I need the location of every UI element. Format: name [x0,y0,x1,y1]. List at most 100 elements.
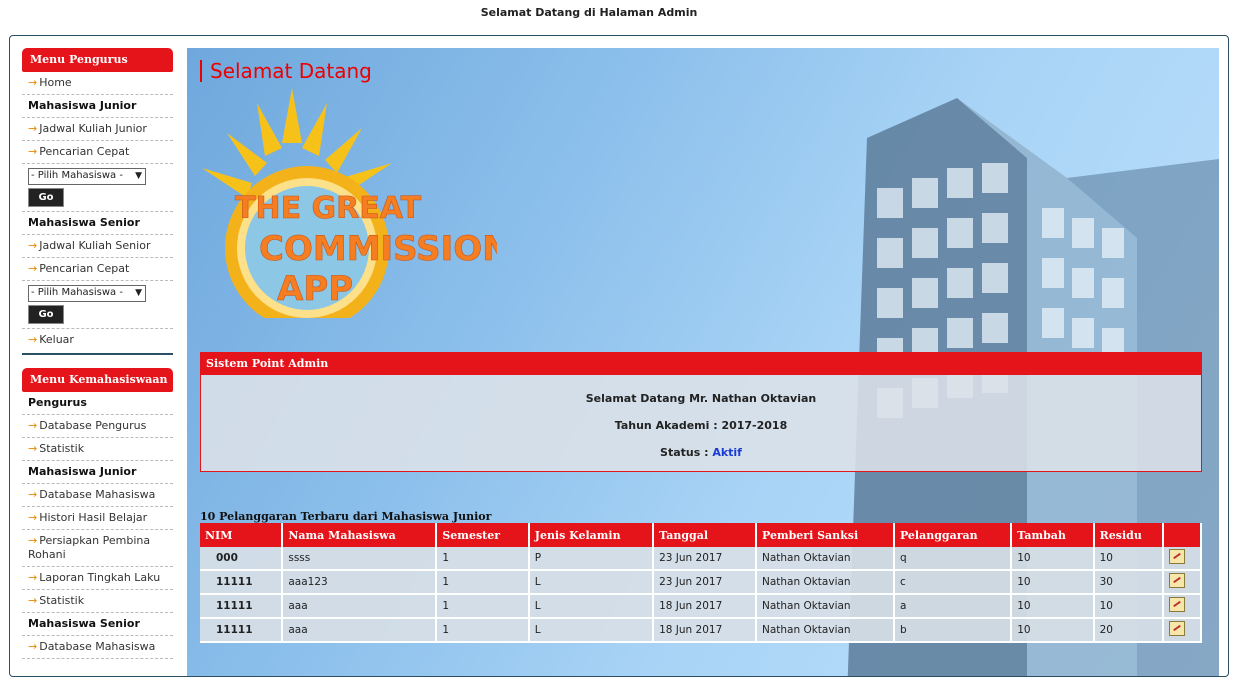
column-header-tambah: Tambah [1011,523,1095,547]
edit-icon[interactable] [1169,597,1186,612]
menu-kemahasiswaan-header: Menu Kemahasiswaan [22,368,173,392]
cell-pelanggaran: q [893,547,1013,571]
column-header-nim: NIM [200,523,284,547]
section-pengurus: Pengurus [22,392,173,415]
status-value: Aktif [712,446,742,459]
app-logo: THE GREAT COMMISSION APP [202,88,497,318]
column-header-tanggal: Tanggal [653,523,757,547]
sidebar-item-database-mahasiswa[interactable]: → Database Mahasiswa [22,484,173,507]
admin-info-panel: Sistem Point Admin Selamat Datang Mr. Na… [200,352,1202,472]
menu-pengurus-header: Menu Pengurus [22,48,173,72]
status-label: Status : [660,446,709,459]
sidebar-item-label: Jadwal Kuliah Junior [39,122,147,135]
cell-residu: 10 [1093,594,1165,619]
sidebar-item-pencarian-junior[interactable]: → Pencarian Cepat [22,141,173,164]
academic-year-text: Tahun Akademi : 2017-2018 [614,419,788,432]
arrow-right-icon: → [28,76,38,89]
arrow-right-icon: → [28,534,38,547]
sidebar-item-label: Keluar [39,333,74,346]
sidebar-item-laporan[interactable]: → Laporan Tingkah Laku [22,567,173,590]
cell-nama: aaa [282,618,438,643]
cell-tanggal: 23 Jun 2017 [653,570,757,595]
arrow-right-icon: → [28,594,38,607]
section-mahasiswa-junior-2: Mahasiswa Junior [22,461,173,484]
status-line: Status : Aktif [201,446,1201,459]
arrow-right-icon: → [28,262,38,275]
sidebar-item-statistik-pengurus[interactable]: → Statistik [22,438,173,461]
sidebar-item-label: Jadwal Kuliah Senior [39,239,151,252]
admin-frame: Menu Pengurus → Home Mahasiswa Junior → Ja… [9,35,1229,677]
sidebar-item-statistik-junior[interactable]: → Statistik [22,590,173,613]
edit-icon[interactable] [1169,549,1186,564]
sidebar-item-home[interactable]: → Home [22,72,173,95]
page-header: Selamat Datang di Halaman Admin [480,6,698,19]
cell-pelanggaran: b [893,618,1013,643]
cell-tambah: 10 [1011,618,1095,643]
logo-line-3: APP [277,269,353,309]
cell-residu: 30 [1093,570,1165,595]
select-value: - Pilih Mahasiswa - [31,170,123,181]
sidebar-divider [22,353,173,355]
cell-action [1163,570,1202,595]
cell-jenis-kelamin: P [528,547,655,571]
sidebar-item-database-pengurus[interactable]: → Database Pengurus [22,415,173,438]
cell-tanggal: 23 Jun 2017 [653,547,757,571]
sidebar-item-label: Database Mahasiswa [39,640,156,653]
panel-title: Sistem Point Admin [201,353,1201,375]
sidebar-item-keluar[interactable]: → Keluar [22,329,173,351]
sidebar-item-label: Statistik [39,594,85,607]
cell-semester: 1 [436,594,530,619]
sidebar-item-label: Laporan Tingkah Laku [39,571,161,584]
sidebar: Menu Pengurus → Home Mahasiswa Junior → Ja… [22,48,173,659]
arrow-right-icon: → [28,488,38,501]
cell-action [1163,618,1202,643]
cell-nim: 11111 [200,594,284,619]
edit-icon[interactable] [1169,621,1186,636]
violations-table: NIM Nama Mahasiswa Semester Jenis Kelami… [200,523,1202,643]
cell-jenis-kelamin: L [528,570,655,595]
senior-student-select[interactable]: - Pilih Mahasiswa - ▼ [28,285,146,302]
sidebar-item-histori[interactable]: → Histori Hasil Belajar [22,507,173,530]
sidebar-item-label: Database Mahasiswa [39,488,156,501]
table-row: 000 ssss 1 P 23 Jun 2017 Nathan Oktavian… [200,547,1202,571]
section-mahasiswa-senior: Mahasiswa Senior [22,212,173,235]
cell-semester: 1 [436,618,530,643]
column-header-semester: Semester [436,523,530,547]
cell-nim: 11111 [200,618,284,643]
column-header-nama: Nama Mahasiswa [282,523,438,547]
cell-tanggal: 18 Jun 2017 [653,618,757,643]
logo-line-2: COMMISSION [259,229,497,269]
arrow-right-icon: → [28,419,38,432]
sidebar-item-persiapkan[interactable]: → Persiapkan Pembina Rohani [22,530,173,567]
junior-go-button[interactable]: Go [28,188,64,207]
violations-table-caption: 10 Pelanggaran Terbaru dari Mahasiswa Ju… [200,510,492,523]
section-mahasiswa-junior: Mahasiswa Junior [22,95,173,118]
edit-icon[interactable] [1169,573,1186,588]
senior-go-button[interactable]: Go [28,305,64,324]
column-header-jenis-kelamin: Jenis Kelamin [528,523,655,547]
sidebar-item-label: Persiapkan Pembina Rohani [28,534,151,561]
cell-nim: 000 [200,547,284,571]
cell-pemberi-sanksi: Nathan Oktavian [755,618,895,643]
sidebar-item-label: Statistik [39,442,85,455]
cell-pemberi-sanksi: Nathan Oktavian [755,594,895,619]
sidebar-item-label: Database Pengurus [39,419,147,432]
cell-jenis-kelamin: L [528,594,655,619]
cell-pelanggaran: c [893,570,1013,595]
sidebar-item-jadwal-junior[interactable]: → Jadwal Kuliah Junior [22,118,173,141]
arrow-right-icon: → [28,122,38,135]
sidebar-item-pencarian-senior[interactable]: → Pencarian Cepat [22,258,173,281]
cell-jenis-kelamin: L [528,618,655,643]
logo-line-1: THE GREAT [235,191,422,226]
column-header-action [1163,523,1202,547]
arrow-right-icon: → [28,333,38,346]
select-value: - Pilih Mahasiswa - [31,287,123,298]
sidebar-item-label: Pencarian Cepat [39,262,130,275]
cell-pemberi-sanksi: Nathan Oktavian [755,547,895,571]
sidebar-item-jadwal-senior[interactable]: → Jadwal Kuliah Senior [22,235,173,258]
greeting-text: Selamat Datang Mr. Nathan Oktavian [585,392,817,405]
cell-action [1163,547,1202,571]
arrow-right-icon: → [28,145,38,158]
table-row: 11111 aaa 1 L 18 Jun 2017 Nathan Oktavia… [200,618,1202,643]
junior-student-select[interactable]: - Pilih Mahasiswa - ▼ [28,168,146,185]
